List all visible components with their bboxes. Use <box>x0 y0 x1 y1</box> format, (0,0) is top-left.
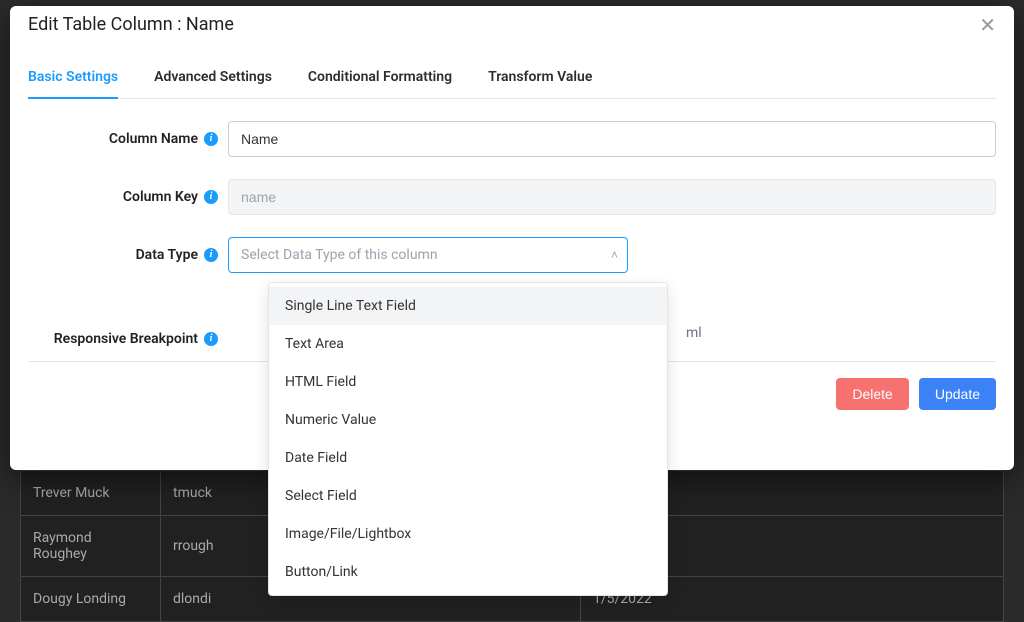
option-text-area[interactable]: Text Area <box>269 325 667 363</box>
label-data-type: Data Type i <box>28 247 228 263</box>
bg-cell-name: Dougy Londing <box>21 577 161 622</box>
data-type-select-display[interactable]: Select Data Type of this column <box>228 237 628 273</box>
data-type-select[interactable]: Select Data Type of this column ˄ <box>228 237 628 273</box>
label-text: Column Key <box>123 189 198 205</box>
label-text: Data Type <box>136 247 198 263</box>
row-column-name: Column Name i <box>28 121 996 157</box>
bg-cell-name: Raymond Roughey <box>21 516 161 577</box>
option-select-field[interactable]: Select Field <box>269 477 667 515</box>
truncated-text-fragment: ml <box>686 325 702 341</box>
option-single-line-text[interactable]: Single Line Text Field <box>269 287 667 325</box>
row-data-type: Data Type i Select Data Type of this col… <box>28 237 996 273</box>
option-date-field[interactable]: Date Field <box>269 439 667 477</box>
label-text: Responsive Breakpoint <box>54 331 198 347</box>
update-button[interactable]: Update <box>919 378 996 410</box>
info-icon[interactable]: i <box>204 248 218 262</box>
label-column-name: Column Name i <box>28 131 228 147</box>
modal-title: Edit Table Column : Name <box>28 14 234 35</box>
label-column-key: Column Key i <box>28 189 228 205</box>
tab-transform-value[interactable]: Transform Value <box>488 59 592 99</box>
tab-basic-settings[interactable]: Basic Settings <box>28 59 118 99</box>
column-name-input[interactable] <box>228 121 996 157</box>
option-image-file-lightbox[interactable]: Image/File/Lightbox <box>269 515 667 553</box>
data-type-dropdown[interactable]: Single Line Text Field Text Area HTML Fi… <box>268 282 668 596</box>
label-text: Column Name <box>109 131 198 147</box>
option-numeric-value[interactable]: Numeric Value <box>269 401 667 439</box>
tab-conditional-formatting[interactable]: Conditional Formatting <box>308 59 452 99</box>
tab-advanced-settings[interactable]: Advanced Settings <box>154 59 272 99</box>
option-button-link[interactable]: Button/Link <box>269 553 667 591</box>
modal-header: Edit Table Column : Name ✕ <box>10 6 1014 35</box>
option-html-field[interactable]: HTML Field <box>269 363 667 401</box>
delete-button[interactable]: Delete <box>836 378 908 410</box>
info-icon[interactable]: i <box>204 190 218 204</box>
row-column-key: Column Key i <box>28 179 996 215</box>
label-responsive-breakpoint: Responsive Breakpoint i <box>28 331 228 347</box>
bg-cell-name: Trever Muck <box>21 471 161 516</box>
column-key-input <box>228 179 996 215</box>
tab-bar: Basic Settings Advanced Settings Conditi… <box>28 59 996 99</box>
close-icon[interactable]: ✕ <box>979 15 996 35</box>
info-icon[interactable]: i <box>204 132 218 146</box>
chevron-up-icon: ˄ <box>611 248 618 262</box>
info-icon[interactable]: i <box>204 332 218 346</box>
